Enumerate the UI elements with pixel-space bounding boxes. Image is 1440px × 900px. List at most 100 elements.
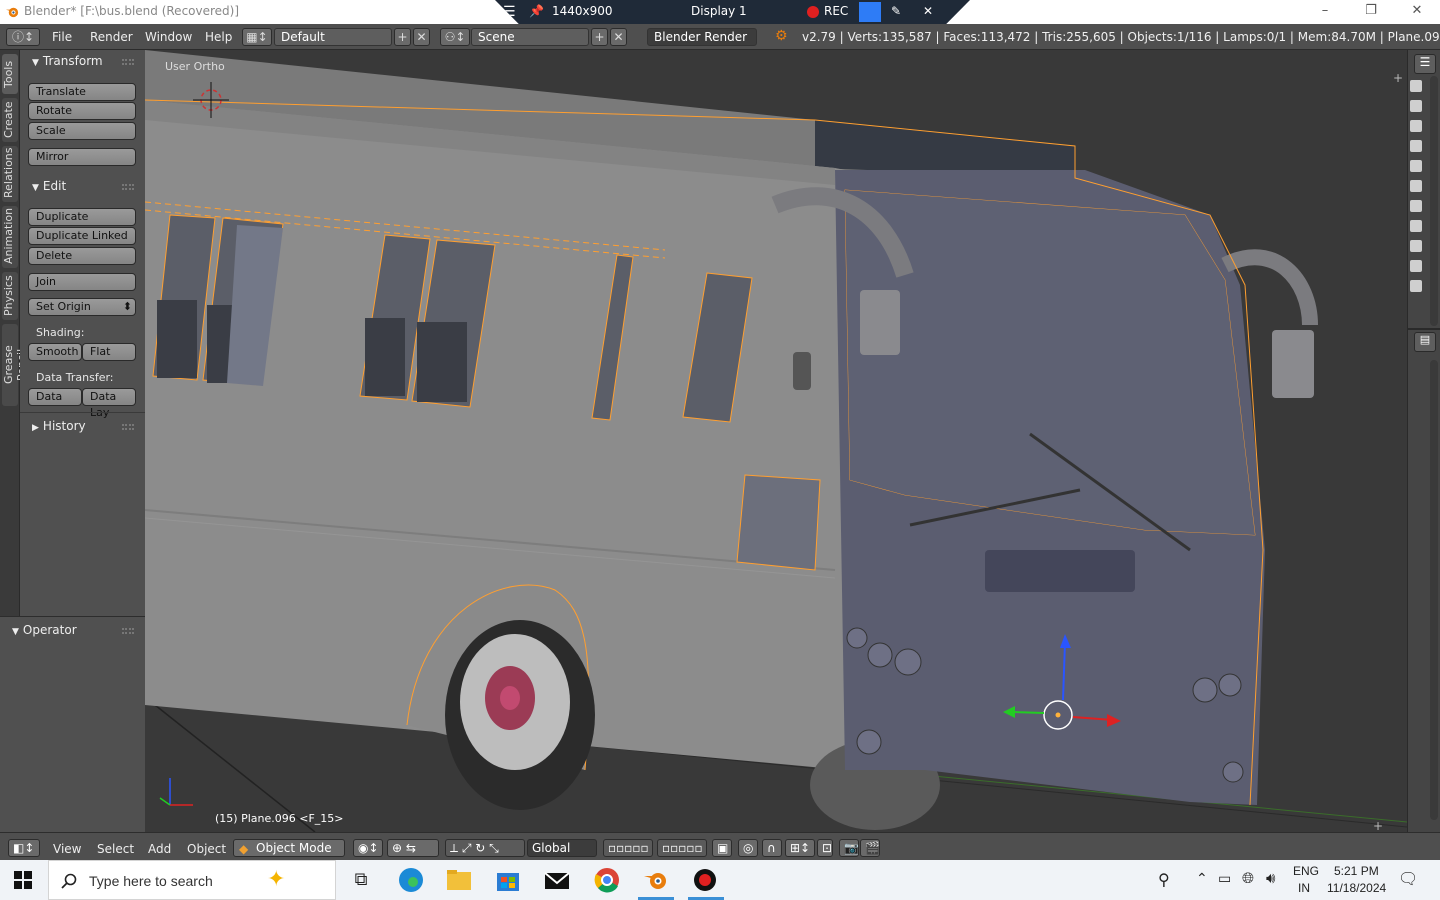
pivot-point-icon[interactable]: ⊕ ⇆ xyxy=(387,839,439,857)
set-origin-dropdown[interactable]: Set Origin ⬍ xyxy=(28,298,136,316)
edge-browser-icon[interactable] xyxy=(396,866,426,894)
restore-button[interactable]: ❐ xyxy=(1348,0,1394,24)
layout-picker-icon[interactable]: ▦↕ xyxy=(242,28,272,46)
camera-icon[interactable] xyxy=(859,2,881,22)
tab-grease-pencil[interactable]: Grease Pencil xyxy=(2,324,28,406)
visibility-eye-icon[interactable] xyxy=(1410,80,1422,92)
orientation-select[interactable]: Global xyxy=(527,839,597,857)
proportional-edit-icon[interactable]: ◎ xyxy=(738,839,758,857)
properties-editor-icon[interactable]: ▤ xyxy=(1414,332,1436,352)
microsoft-store-icon[interactable] xyxy=(493,866,523,894)
duplicate-linked-button[interactable]: Duplicate Linked xyxy=(28,227,136,245)
visibility-eye-icon[interactable] xyxy=(1410,220,1422,232)
chrome-browser-icon[interactable] xyxy=(592,866,622,894)
file-explorer-icon[interactable] xyxy=(444,866,474,894)
visibility-eye-icon[interactable] xyxy=(1410,120,1422,132)
network-globe-icon[interactable]: 🌐︎ xyxy=(1242,870,1254,887)
layout-field[interactable]: Default xyxy=(274,28,392,46)
translate-button[interactable]: Translate xyxy=(28,83,136,101)
menu-help[interactable]: Help xyxy=(205,30,232,44)
recorder-display[interactable]: Display 1 xyxy=(691,4,747,18)
language-region[interactable]: IN xyxy=(1298,881,1310,895)
menu-add[interactable]: Add xyxy=(148,842,171,856)
layer-buttons-group2[interactable]: ▫▫▫▫▫ xyxy=(657,839,707,857)
3d-viewport[interactable]: + + User Ortho (15) Plane.096 <F_15> xyxy=(145,50,1407,832)
camera-tray-icon[interactable]: ▭ xyxy=(1218,870,1231,887)
outliner-scrollbar[interactable] xyxy=(1430,76,1438,326)
visibility-eye-icon[interactable] xyxy=(1410,240,1422,252)
join-button[interactable]: Join xyxy=(28,273,136,291)
edit-panel-header[interactable]: ▼ Edit xyxy=(32,179,66,193)
visibility-eye-icon[interactable] xyxy=(1410,180,1422,192)
visibility-eye-icon[interactable] xyxy=(1410,280,1422,292)
visibility-eye-icon[interactable] xyxy=(1410,260,1422,272)
menu-view[interactable]: View xyxy=(53,842,81,856)
snap-target-icon[interactable]: ⊡ xyxy=(817,839,833,857)
mail-icon[interactable] xyxy=(542,866,572,894)
menu-object[interactable]: Object xyxy=(187,842,226,856)
menu-render[interactable]: Render xyxy=(90,30,133,44)
scale-button[interactable]: Scale xyxy=(28,122,136,140)
layer-lock-icon[interactable]: ▣ xyxy=(712,839,732,857)
panel-grip-icon[interactable] xyxy=(122,628,134,634)
task-view-icon[interactable]: ⧉ xyxy=(346,866,376,894)
mode-select[interactable]: ◆ Object Mode xyxy=(233,839,345,857)
taskbar-search-box[interactable]: Type here to search ✦ xyxy=(48,860,336,900)
layer-buttons-group1[interactable]: ▫▫▫▫▫ xyxy=(603,839,653,857)
editor-type-icon[interactable]: ◧↕ xyxy=(8,839,40,857)
render-engine-select[interactable]: Blender Render xyxy=(647,28,757,46)
scene-remove-icon[interactable]: ✕ xyxy=(610,28,627,46)
visibility-eye-icon[interactable] xyxy=(1410,160,1422,172)
visibility-eye-icon[interactable] xyxy=(1410,200,1422,212)
blender-taskbar-icon[interactable] xyxy=(641,866,671,894)
tray-chevron-up-icon[interactable]: ⌃ xyxy=(1196,870,1208,887)
layout-add-icon[interactable]: + xyxy=(394,28,411,46)
volume-icon[interactable]: 🔊︎ xyxy=(1266,870,1275,887)
screen-recorder-taskbar-icon[interactable] xyxy=(690,866,720,894)
pencil-icon[interactable]: ✎ xyxy=(891,4,901,18)
menu-file[interactable]: File xyxy=(52,30,72,44)
tab-physics[interactable]: Physics xyxy=(2,272,18,320)
bus-model-render[interactable]: + + xyxy=(145,50,1407,832)
tab-animation[interactable]: Animation xyxy=(2,206,18,268)
clock-time[interactable]: 5:21 PM xyxy=(1334,864,1379,878)
visibility-eye-icon[interactable] xyxy=(1410,140,1422,152)
transform-manipulator-icons[interactable]: ⟂ ⤢ ↻ ⤡ xyxy=(445,839,525,857)
smooth-button[interactable]: Smooth xyxy=(28,343,82,361)
outliner-editor-icon[interactable]: ☰ xyxy=(1414,54,1436,74)
notifications-icon[interactable]: 🗨︎ xyxy=(1398,869,1418,889)
operator-panel-header[interactable]: ▼ Operator xyxy=(12,623,77,637)
flat-button[interactable]: Flat xyxy=(82,343,136,361)
history-panel-header[interactable]: ▶ History xyxy=(32,419,86,433)
scene-field[interactable]: Scene xyxy=(471,28,589,46)
menu-select[interactable]: Select xyxy=(97,842,134,856)
people-icon[interactable]: ⚲ xyxy=(1158,870,1170,890)
mirror-button[interactable]: Mirror xyxy=(28,148,136,166)
info-editor-type-icon[interactable]: ⓘ↕ xyxy=(6,28,40,46)
viewport-shading-icon[interactable]: ◉↕ xyxy=(353,839,383,857)
scene-add-icon[interactable]: + xyxy=(591,28,608,46)
delete-button[interactable]: Delete xyxy=(28,247,136,265)
duplicate-button[interactable]: Duplicate xyxy=(28,208,136,226)
pin-icon[interactable]: 📌 xyxy=(529,4,544,18)
scene-picker-icon[interactable]: ⚇↕ xyxy=(440,28,470,46)
render-animation-icon[interactable]: 🎬 xyxy=(860,839,880,857)
language-code[interactable]: ENG xyxy=(1293,864,1319,878)
minimize-button[interactable]: – xyxy=(1302,0,1348,24)
properties-scrollbar[interactable] xyxy=(1430,360,1438,820)
layout-remove-icon[interactable]: ✕ xyxy=(413,28,430,46)
transform-panel-header[interactable]: ▼ Transform xyxy=(32,54,103,68)
data-lay-button[interactable]: Data Lay xyxy=(82,388,136,419)
panel-grip-icon[interactable] xyxy=(122,59,134,65)
rotate-button[interactable]: Rotate xyxy=(28,102,136,120)
data-button[interactable]: Data xyxy=(28,388,82,406)
snap-element-icon[interactable]: ⊞↕ xyxy=(785,839,815,857)
windows-start-icon[interactable] xyxy=(14,871,32,889)
panel-grip-icon[interactable] xyxy=(122,184,134,190)
tab-relations[interactable]: Relations xyxy=(2,146,18,202)
area-divider[interactable] xyxy=(1408,328,1440,330)
panel-grip-icon[interactable] xyxy=(122,424,134,430)
snap-magnet-icon[interactable]: ∩ xyxy=(762,839,782,857)
clock-date[interactable]: 11/18/2024 xyxy=(1327,881,1386,895)
render-camera-icon[interactable]: 📷 xyxy=(839,839,859,857)
